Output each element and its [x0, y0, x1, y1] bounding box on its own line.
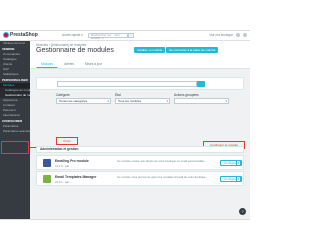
module-meta: v1.2.0 - par ...: [55, 164, 73, 168]
module-name: Email Templates Manager: [55, 175, 97, 179]
bulk-actions-select[interactable]: [174, 98, 229, 104]
page-title: Gestionnaire de modules: [36, 47, 114, 54]
notifications-icon[interactable]: [236, 33, 240, 37]
module-search-input[interactable]: [57, 81, 197, 87]
module-name: Emailing Pro module: [55, 159, 89, 163]
brand-name: PrestaShop: [10, 32, 38, 38]
top-bar: PrestaShop Accès rapide ▾ Rechercher (ex…: [0, 31, 250, 41]
module-icon: [43, 159, 51, 167]
view-shop-link[interactable]: Voir ma boutique: [209, 33, 233, 37]
module-tabs: Modules Alertes Mises à jour: [36, 60, 107, 68]
tab-updates[interactable]: Mises à jour: [80, 60, 107, 68]
module-section-title: Administration et gestion: [36, 146, 244, 153]
quick-access-menu[interactable]: Accès rapide ▾: [62, 33, 83, 37]
modules-menu-highlight: [1, 141, 29, 154]
header-search-input[interactable]: Rechercher (ex : nom produit...): [88, 33, 128, 40]
chevron-down-icon[interactable]: ▾: [236, 160, 241, 166]
category-hint-annotation: Choix catégorie: [56, 137, 78, 149]
category-filter-select[interactable]: Toutes les catégories: [56, 98, 111, 104]
prestashop-logo-icon: [3, 32, 9, 38]
search-icon: ⌕: [130, 33, 132, 37]
header-search-button[interactable]: ⌕: [128, 33, 134, 38]
user-avatar[interactable]: [243, 33, 247, 37]
module-description: Ce module envoie aux clients de votre bo…: [117, 159, 207, 163]
module-row: Email Templates Manager v2.0.1 - par ...…: [36, 171, 244, 186]
tab-modules[interactable]: Modules: [36, 60, 59, 68]
category-filter-label: Catégorie: [56, 93, 70, 97]
module-description: Ce module vous permet de gérer les modèl…: [117, 175, 208, 179]
tab-alerts[interactable]: Alertes: [59, 60, 79, 68]
connect-marketplace-button[interactable]: Se connecter à la place de marché: [166, 47, 219, 53]
chevron-down-icon[interactable]: ▾: [236, 176, 241, 182]
page-header: Modules / Gestionnaire de modules Gestio…: [30, 41, 250, 69]
module-search-panel: [36, 77, 244, 90]
sidebar: Tableau de bord VENDRE Commandes Catalogue C…: [0, 41, 30, 219]
module-row: Emailing Pro module v1.2.0 - par ... Ce …: [36, 155, 244, 170]
module-icon: [43, 175, 51, 183]
status-filter-label: État: [115, 93, 121, 97]
bulk-actions-label: Actions groupées: [174, 93, 199, 97]
help-button[interactable]: ?: [239, 208, 246, 215]
module-search-button[interactable]: [197, 81, 205, 87]
top-right-links: Voir ma boutique: [209, 33, 247, 37]
sidebar-item[interactable]: Paramètres avancés: [0, 129, 30, 134]
module-meta: v2.0.1 - par ...: [55, 180, 73, 184]
upload-module-button[interactable]: Installer un module: [134, 47, 166, 53]
brand-logo[interactable]: PrestaShop: [3, 32, 38, 38]
app-frame: PrestaShop Accès rapide ▾ Rechercher (ex…: [0, 30, 250, 220]
status-filter-select[interactable]: Tous les modules: [115, 98, 170, 104]
